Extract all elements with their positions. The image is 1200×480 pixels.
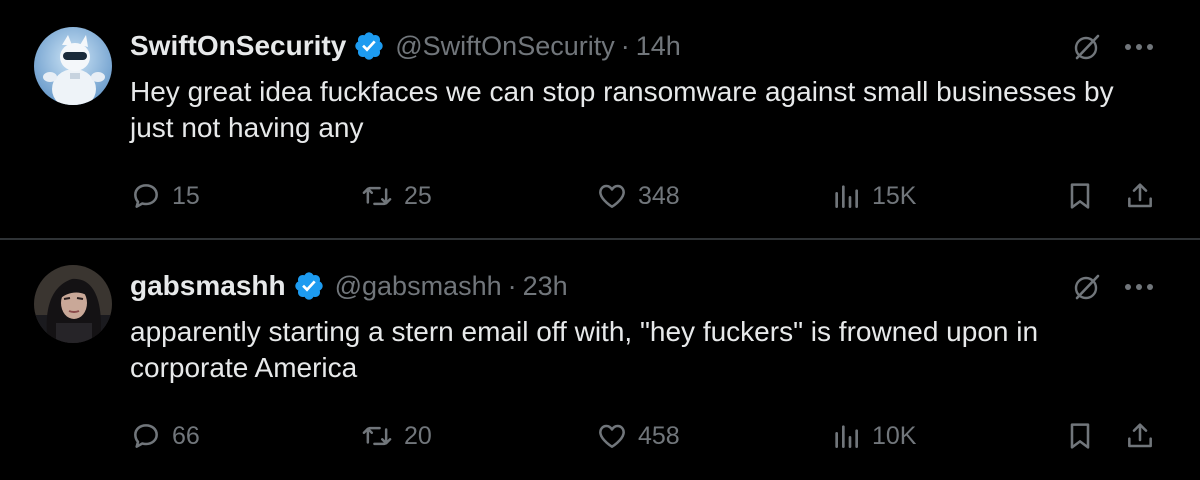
retweet-button[interactable]: 25 (360, 174, 432, 218)
tweet-header: gabsmashh @gabsmashh · 23h (130, 266, 568, 306)
display-name[interactable]: SwiftOnSecurity (130, 30, 346, 62)
share-button[interactable] (1124, 174, 1156, 218)
reply-button[interactable]: 66 (130, 414, 200, 458)
retweet-arrows-icon (362, 186, 392, 206)
retweet-arrows-icon (362, 426, 392, 446)
timestamp[interactable]: 23h (523, 271, 568, 302)
tweet-actions: 66 20 458 10K (0, 414, 1200, 458)
views-button[interactable]: 10K (830, 414, 916, 458)
tweet-header: SwiftOnSecurity @SwiftOnSecurity · 14h (130, 26, 681, 66)
more-dots-icon[interactable] (1122, 30, 1156, 64)
more-dots-icon[interactable] (1122, 270, 1156, 304)
retweet-button[interactable]: 20 (360, 414, 432, 458)
retweet-count: 20 (404, 421, 432, 450)
like-button[interactable]: 458 (596, 414, 680, 458)
reply-count: 66 (172, 421, 200, 450)
share-upload-icon (1128, 423, 1152, 448)
like-button[interactable]: 348 (596, 174, 680, 218)
grok-slash-icon[interactable] (1070, 30, 1104, 64)
reply-bubble-icon (134, 184, 158, 208)
like-count: 348 (638, 181, 680, 210)
like-count: 458 (638, 421, 680, 450)
handle[interactable]: @SwiftOnSecurity (395, 31, 614, 62)
analytics-bars-icon (835, 185, 858, 208)
views-count: 15K (872, 181, 917, 210)
reply-button[interactable]: 15 (130, 174, 200, 218)
display-name[interactable]: gabsmashh (130, 270, 286, 302)
bookmark-icon (1070, 183, 1090, 209)
share-button[interactable] (1124, 414, 1156, 458)
avatar[interactable] (34, 265, 112, 343)
heart-icon (599, 184, 625, 208)
share-upload-icon (1128, 183, 1152, 208)
separator-dot: · (620, 30, 630, 61)
timestamp[interactable]: 14h (636, 31, 681, 62)
tweet-text: Hey great idea fuckfaces we can stop ran… (130, 76, 1114, 143)
bookmark-button[interactable] (1064, 414, 1096, 458)
verified-badge-icon (293, 270, 325, 302)
grok-slash-icon[interactable] (1070, 270, 1104, 304)
bookmark-icon (1070, 423, 1090, 449)
handle[interactable]: @gabsmashh (335, 271, 502, 302)
analytics-bars-icon (835, 425, 858, 448)
verified-badge-icon (353, 30, 385, 62)
views-button[interactable]: 15K (830, 174, 916, 218)
views-count: 10K (872, 421, 917, 450)
heart-icon (599, 424, 625, 448)
reply-bubble-icon (134, 424, 158, 448)
tweet-actions: 15 25 348 15K (0, 174, 1200, 218)
reply-count: 15 (172, 181, 200, 210)
avatar[interactable] (34, 27, 112, 105)
tweet-text: apparently starting a stern email off wi… (130, 316, 1039, 383)
tweet-card[interactable]: gabsmashh @gabsmashh · 23h apparently st… (0, 240, 1200, 480)
tweet-card[interactable]: SwiftOnSecurity @SwiftOnSecurity · 14h H… (0, 0, 1200, 238)
retweet-count: 25 (404, 181, 432, 210)
separator-dot: · (507, 270, 517, 301)
bookmark-button[interactable] (1064, 174, 1096, 218)
timeline-feed: SwiftOnSecurity @SwiftOnSecurity · 14h H… (0, 0, 1200, 480)
